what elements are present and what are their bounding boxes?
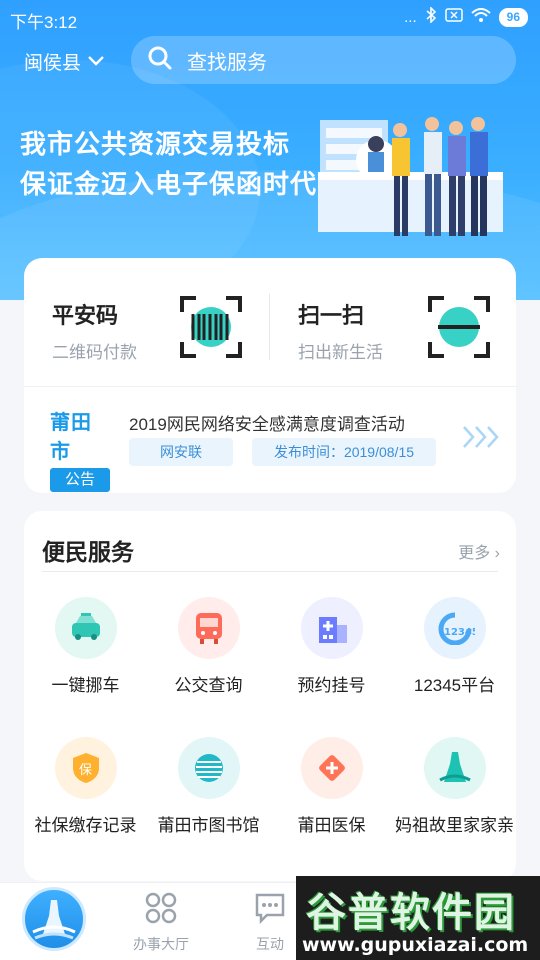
notice-logo: 莆田市 公告 (50, 406, 112, 492)
more-link[interactable]: 更多 › (458, 539, 500, 563)
status-time: 下午3:12 (10, 13, 78, 32)
service-label: 12345平台 (413, 676, 496, 695)
service-label: 公交查询 (174, 676, 243, 695)
tab-label: 办事大厅 (133, 936, 189, 952)
service-label: 预约挂号 (297, 676, 366, 695)
service-item-bus[interactable]: 公交查询 (147, 597, 270, 697)
service-item-library[interactable]: 莆田市图书馆 (147, 737, 270, 837)
search-placeholder: 查找服务 (187, 51, 267, 74)
card-divider (24, 386, 516, 387)
city-selector[interactable]: 闽侯县 (24, 48, 105, 75)
service-item-mazu[interactable]: 妈祖故里家家亲 (393, 737, 516, 837)
more-label: 更多 (458, 545, 491, 562)
notice-source-badge: 网安联 (129, 438, 233, 466)
chevron-right-icon[interactable] (462, 424, 502, 457)
services-card: 便民服务 更多 › 一键挪车 公交查询 预约挂号 12345 12345平台 保… (24, 511, 516, 881)
service-item-12345[interactable]: 12345 12345平台 (393, 597, 516, 697)
battery-icon: 96 (498, 7, 528, 27)
quick-action-subtitle: 二维码付款 (52, 343, 137, 362)
car-icon (54, 597, 117, 659)
notice-tag: 公告 (50, 468, 110, 492)
search-icon (147, 45, 173, 76)
service-item-move-car[interactable]: 一键挪车 (24, 597, 147, 697)
status-icons: ... 96 (404, 6, 528, 27)
top-bar: 闽侯县 查找服务 (0, 34, 540, 88)
section-divider (42, 571, 498, 572)
service-label: 莆田医保 (297, 816, 366, 835)
service-item-appointment[interactable]: 预约挂号 (270, 597, 393, 697)
section-title: 便民服务 (42, 539, 134, 565)
chevron-down-icon (87, 51, 105, 73)
wifi-icon (470, 8, 491, 26)
svg-text:12345: 12345 (444, 627, 475, 638)
service-label: 妈祖故里家家亲 (395, 816, 514, 835)
statue-icon (423, 737, 486, 799)
status-bar: 下午3:12 ... 96 (0, 0, 540, 36)
banner-line-2: 保证金迈入电子保函时代 (20, 169, 318, 199)
service-label: 一键挪车 (51, 676, 120, 695)
svg-text:保: 保 (79, 763, 92, 778)
quick-action-title: 扫一扫 (298, 303, 365, 328)
sim-off-icon (444, 8, 463, 26)
notice-date-badge: 发布时间：2019/08/15 (252, 438, 436, 466)
quick-action-subtitle: 扫出新生活 (298, 343, 383, 362)
mazu-logo-icon (32, 900, 76, 940)
quick-action-title: 平安码 (52, 303, 119, 328)
site-watermark: 谷普软件园 www.gupuxiazai.com (296, 876, 540, 960)
city-label: 闽侯县 (24, 53, 82, 74)
search-bar[interactable]: 查找服务 (131, 36, 516, 84)
chevron-right-icon: › (494, 545, 500, 562)
hero-banner[interactable]: 下午3:12 ... 96 闽侯县 查找服务 我市公共资源交易投标 保证金迈入电… (0, 0, 540, 300)
hotline-icon: 12345 (423, 597, 486, 659)
service-label: 莆田市图书馆 (157, 816, 260, 835)
hospital-icon (300, 597, 363, 659)
watermark-name: 谷普软件园 (306, 891, 516, 935)
bus-icon (177, 597, 240, 659)
tab-service-hall[interactable]: 办事大厅 (111, 891, 211, 954)
home-tab-logo[interactable] (22, 887, 86, 951)
scan-icon (428, 296, 490, 358)
service-counter-illustration (318, 117, 503, 236)
quick-action-safe-code[interactable]: 平安码 二维码付款 (24, 258, 270, 386)
library-icon (177, 737, 240, 799)
watermark-url: www.gupuxiazai.com (302, 934, 529, 956)
signal-dots: ... (404, 8, 417, 26)
shield-icon: 保 (54, 737, 117, 799)
quick-action-scan[interactable]: 扫一扫 扫出新生活 (270, 258, 516, 386)
service-item-medical-insurance[interactable]: 莆田医保 (270, 737, 393, 837)
bluetooth-icon (425, 6, 437, 27)
barcode-icon (180, 296, 242, 358)
notice-brand: 莆田市 (50, 412, 92, 463)
medical-icon (300, 737, 363, 799)
service-item-social-security[interactable]: 保 社保缴存记录 (24, 737, 147, 837)
quick-action-card: 平安码 二维码付款 扫一扫 扫出新生活 莆田市 公告 2019网民网络安全感满意… (24, 258, 516, 493)
banner-line-1: 我市公共资源交易投标 (20, 129, 291, 159)
notice-title[interactable]: 2019网民网络安全感满意度调查活动 (129, 410, 405, 435)
banner-headline: 我市公共资源交易投标 保证金迈入电子保函时代 (20, 124, 317, 204)
service-label: 社保缴存记录 (34, 816, 137, 835)
chat-icon (255, 893, 285, 925)
grid-icon (145, 892, 177, 924)
